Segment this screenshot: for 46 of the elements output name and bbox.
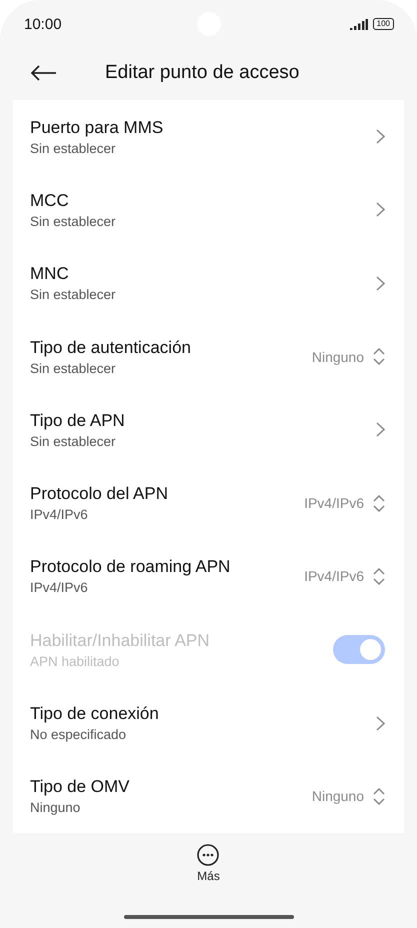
updown-icon bbox=[373, 348, 385, 366]
setting-value: APN habilitado bbox=[30, 654, 120, 669]
setting-value: No especificado bbox=[30, 727, 128, 742]
settings-row[interactable]: Puerto para MMS Sin establecer bbox=[13, 100, 404, 174]
setting-value: Sin establecer bbox=[30, 287, 116, 302]
status-time: 10:00 bbox=[24, 16, 62, 32]
setting-title: Protocolo de roaming APN bbox=[30, 557, 230, 578]
setting-value: Sin establecer bbox=[30, 434, 117, 449]
battery-indicator: 100 bbox=[372, 18, 394, 30]
selected-value: IPv4/IPv6 bbox=[304, 568, 364, 584]
setting-title: Protocolo del APN bbox=[30, 484, 168, 504]
settings-row[interactable]: Tipo de OMV Ninguno Ninguno bbox=[13, 760, 404, 833]
settings-row[interactable]: Protocolo de roaming APN IPv4/IPv6 IPv4/IPv6 bbox=[13, 540, 404, 614]
setting-value: Sin establecer bbox=[30, 140, 117, 156]
setting-title: Puerto para MMS bbox=[30, 118, 164, 138]
updown-icon bbox=[373, 788, 385, 805]
selected-value: IPv4/IPv6 bbox=[304, 495, 364, 512]
page-title: Editar punto de acceso bbox=[105, 62, 300, 84]
chevron-icon bbox=[376, 422, 385, 438]
settings-row[interactable]: Tipo de APN Sin establecer bbox=[13, 393, 404, 466]
setting-title: MCC bbox=[30, 190, 70, 211]
updown-icon bbox=[373, 568, 385, 585]
settings-row[interactable]: MCC Sin establecer bbox=[13, 173, 404, 247]
chevron-icon bbox=[376, 202, 385, 218]
setting-title: Tipo de autenticación bbox=[30, 338, 191, 358]
setting-title: Tipo de OMV bbox=[30, 777, 130, 798]
setting-value: IPv4/IPv6 bbox=[30, 507, 89, 522]
setting-title: Tipo de APN bbox=[30, 410, 125, 431]
chevron-icon bbox=[376, 129, 385, 144]
selected-value: Ninguno bbox=[312, 348, 364, 365]
setting-title: Habilitar/Inhabilitar APN bbox=[30, 630, 210, 651]
chevron-icon bbox=[376, 276, 385, 291]
setting-value: Sin establecer bbox=[30, 360, 117, 376]
updown-icon bbox=[373, 494, 385, 512]
settings-row[interactable]: Tipo de autenticación Sin establecer Ninguno bbox=[13, 320, 404, 394]
chevron-icon bbox=[376, 716, 385, 731]
setting-value: Ninguno bbox=[30, 800, 82, 816]
setting-value: Sin establecer bbox=[30, 214, 116, 229]
selected-value: Ninguno bbox=[312, 788, 364, 804]
setting-title: MNC bbox=[30, 264, 70, 284]
setting-value: IPv4/IPv6 bbox=[30, 580, 89, 596]
settings-row[interactable]: MNC Sin establecer bbox=[13, 246, 404, 320]
signal-icon bbox=[350, 18, 368, 30]
setting-title: Tipo de conexión bbox=[30, 704, 159, 724]
settings-row[interactable]: Protocolo del APN IPv4/IPv6 IPv4/IPv6 bbox=[13, 466, 404, 540]
settings-row[interactable]: Tipo de conexión No especificado bbox=[13, 686, 404, 760]
